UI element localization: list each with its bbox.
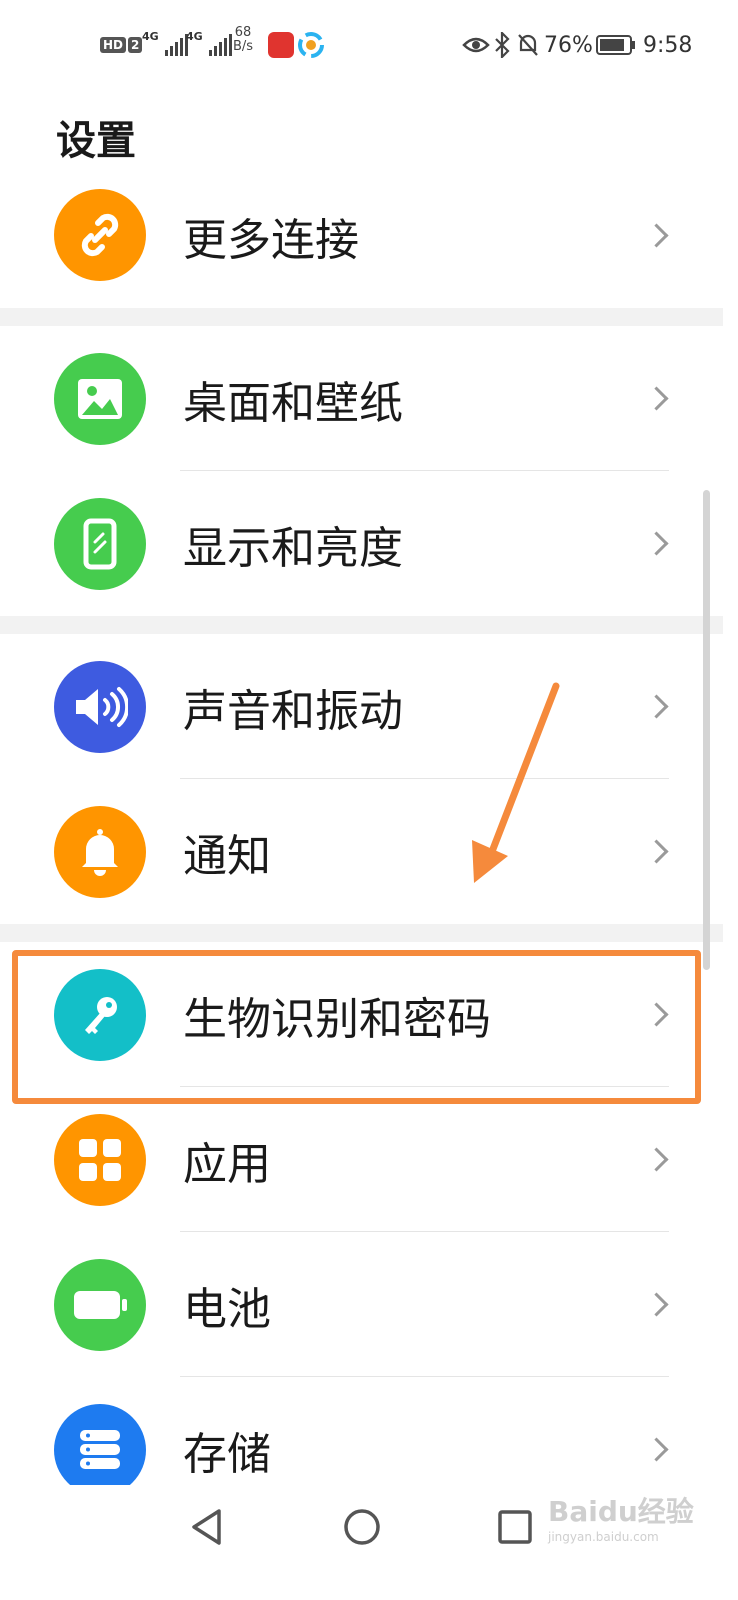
settings-item-label: 生物识别和密码: [183, 993, 491, 1045]
network-type-2: 4G: [186, 30, 203, 43]
speed-unit: B/s: [233, 39, 254, 54]
status-bar: HD 2 4G 4G 68 B/s 76% 9:58: [0, 0, 738, 90]
link-icon: [54, 189, 146, 281]
back-icon[interactable]: [189, 1507, 225, 1547]
speed-value: 68: [234, 25, 252, 40]
section-gap: [0, 308, 723, 326]
settings-item-storage[interactable]: 存储: [0, 1377, 723, 1485]
settings-item-label: 电池: [183, 1283, 271, 1335]
settings-item-apps[interactable]: 应用: [0, 1087, 723, 1232]
settings-item-label: 显示和亮度: [183, 522, 403, 574]
chevron-right-icon: [644, 1002, 669, 1027]
hd-indicator: HD 2: [100, 30, 143, 60]
battery-icon: [54, 1258, 146, 1351]
settings-item-display-brightness[interactable]: 显示和亮度: [0, 471, 723, 616]
speaker-icon: [54, 660, 146, 753]
scrollbar[interactable]: [703, 490, 710, 970]
settings-item-label: 应用: [183, 1138, 271, 1190]
network-type-1: 4G: [142, 30, 159, 43]
watermark-subtext: jingyan.baidu.com: [548, 1530, 659, 1544]
chevron-right-icon: [644, 839, 669, 864]
watermark: Baidu经验 jingyan.baidu.com: [548, 1490, 694, 1544]
settings-item-label: 桌面和壁纸: [183, 377, 403, 429]
signal-2: 4G: [186, 30, 232, 60]
hd-sub: 2: [128, 37, 143, 53]
settings-item-label: 存储: [183, 1428, 271, 1480]
storage-icon: [54, 1403, 146, 1485]
watermark-text: Baidu经验: [548, 1495, 694, 1528]
clock: 9:58: [643, 32, 693, 58]
battery-percent: 76%: [544, 32, 593, 58]
settings-item-home-wallpaper[interactable]: 桌面和壁纸: [0, 326, 723, 471]
settings-item-label: 声音和振动: [183, 685, 403, 737]
battery-icon: [596, 30, 636, 60]
chevron-right-icon: [644, 386, 669, 411]
eye-icon: [462, 30, 490, 60]
page-title: 设置: [56, 118, 136, 164]
chevron-right-icon: [644, 1437, 669, 1462]
chevron-right-icon: [644, 1147, 669, 1172]
settings-group: 更多连接: [0, 163, 723, 308]
silent-bell-icon: [516, 30, 540, 60]
network-speed: 68 B/s: [233, 26, 253, 62]
section-gap: [0, 924, 723, 942]
key-icon: [54, 968, 146, 1061]
signal-1: 4G: [142, 30, 188, 60]
app-notification-icon: [268, 30, 294, 60]
settings-item-label: 通知: [183, 830, 271, 882]
grid-icon: [54, 1113, 146, 1206]
settings-item-battery[interactable]: 电池: [0, 1232, 723, 1377]
chevron-right-icon: [644, 531, 669, 556]
section-gap: [0, 616, 723, 634]
settings-group: 声音和振动 通知: [0, 634, 723, 924]
settings-group: 桌面和壁纸 显示和亮度: [0, 326, 723, 616]
settings-item-sounds-vibration[interactable]: 声音和振动: [0, 634, 723, 779]
signal-bars-icon: [208, 34, 232, 56]
signal-bars-icon: [164, 34, 188, 56]
app-notification-icon: [298, 30, 324, 60]
settings-item-more-connections[interactable]: 更多连接: [0, 163, 723, 308]
home-icon[interactable]: [342, 1507, 382, 1547]
settings-item-label: 更多连接: [183, 214, 359, 266]
bluetooth-icon: [494, 30, 510, 60]
chevron-right-icon: [644, 694, 669, 719]
phone-brightness-icon: [54, 497, 146, 590]
image-icon: [54, 352, 146, 445]
chevron-right-icon: [644, 223, 669, 248]
settings-item-biometrics-password[interactable]: 生物识别和密码: [0, 942, 723, 1087]
settings-item-notifications[interactable]: 通知: [0, 779, 723, 924]
annotation-arrow-icon: [472, 682, 560, 883]
recent-apps-icon[interactable]: [497, 1507, 533, 1547]
settings-group: 生物识别和密码 应用 电池 存储: [0, 942, 723, 1485]
chevron-right-icon: [644, 1292, 669, 1317]
bell-icon: [54, 805, 146, 898]
hd-label: HD: [100, 37, 127, 53]
